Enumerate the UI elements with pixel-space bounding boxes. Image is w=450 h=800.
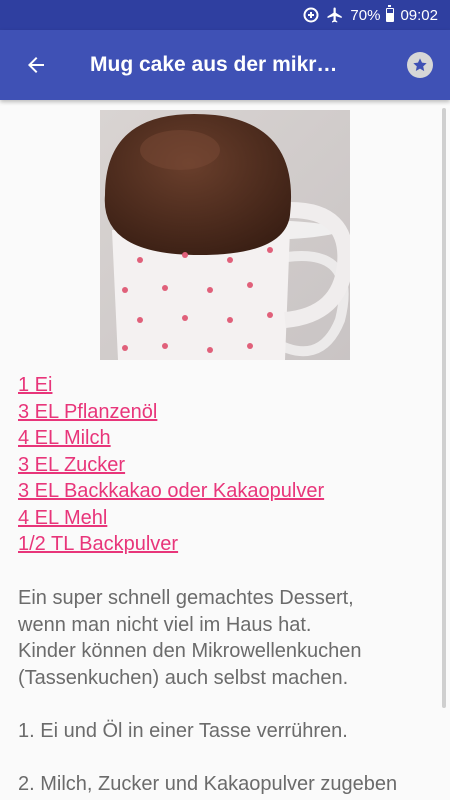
arrow-left-icon bbox=[28, 57, 44, 73]
back-button[interactable] bbox=[0, 30, 72, 100]
data-saver-icon bbox=[302, 6, 320, 24]
page-title: Mug cake aus der mikr… bbox=[90, 53, 338, 76]
description-line: Ein super schnell gemachtes Dessert, bbox=[18, 587, 354, 609]
ingredient-link[interactable]: 4 EL Mehl bbox=[18, 505, 438, 532]
recipe-photo bbox=[100, 110, 350, 360]
scrollbar[interactable] bbox=[442, 108, 446, 708]
ingredient-link[interactable]: 1 Ei bbox=[18, 372, 438, 399]
app-bar: Mug cake aus der mikr… bbox=[0, 30, 450, 100]
recipe-description: Ein super schnell gemachtes Dessert, wen… bbox=[18, 585, 446, 797]
status-bar: 70% 09:02 bbox=[0, 0, 450, 30]
step-text: 1. Ei und Öl in einer Tasse verrühren. bbox=[18, 719, 348, 742]
ingredient-list: 1 Ei 3 EL Pflanzenöl 4 EL Milch 3 EL Zuc… bbox=[18, 372, 438, 558]
battery-icon bbox=[386, 5, 395, 22]
star-icon bbox=[407, 52, 433, 78]
ingredient-link[interactable]: 3 EL Pflanzenöl bbox=[18, 399, 438, 426]
description-line: Kinder können den Mikrowellenkuchen bbox=[18, 640, 362, 662]
description-line: (Tassenkuchen) auch selbst machen. bbox=[18, 666, 349, 689]
airplane-icon bbox=[326, 6, 344, 24]
clock: 09:02 bbox=[400, 6, 438, 24]
description-line: wenn man nicht viel im Haus hat. bbox=[18, 613, 312, 636]
favorite-button[interactable] bbox=[390, 30, 450, 100]
ingredient-link[interactable]: 1/2 TL Backpulver bbox=[18, 531, 438, 558]
battery-percent: 70% bbox=[350, 6, 381, 24]
recipe-content[interactable]: 1 Ei 3 EL Pflanzenöl 4 EL Milch 3 EL Zuc… bbox=[0, 100, 450, 800]
ingredient-link[interactable]: 3 EL Zucker bbox=[18, 452, 438, 479]
ingredient-link[interactable]: 4 EL Milch bbox=[18, 425, 438, 452]
step-text: 2. Milch, Zucker und Kakaopulver zugeben bbox=[18, 772, 398, 795]
ingredient-link[interactable]: 3 EL Backkakao oder Kakaopulver bbox=[18, 478, 438, 505]
